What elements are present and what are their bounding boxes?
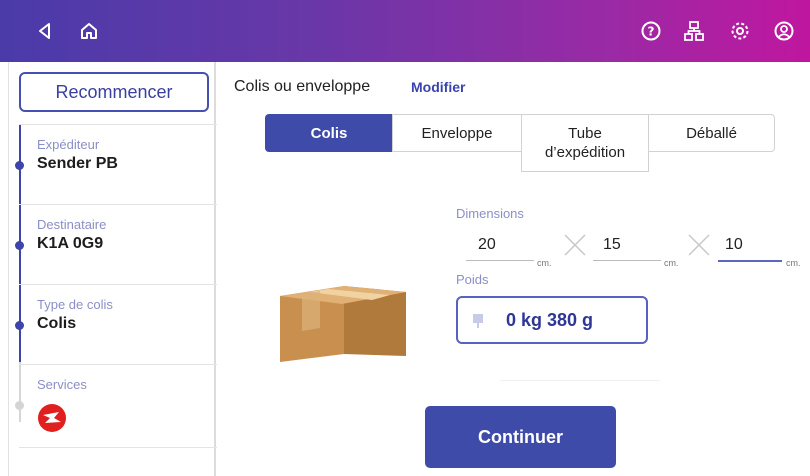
dimensions-label: Dimensions	[456, 206, 524, 221]
step-services[interactable]: Services	[15, 364, 217, 448]
length-underline	[466, 260, 534, 261]
carrier-logo-icon	[37, 403, 67, 433]
step-dot	[15, 241, 24, 250]
top-bar: ?	[0, 0, 810, 62]
step-sender[interactable]: Expéditeur Sender PB	[15, 124, 217, 204]
divider	[500, 380, 660, 381]
segment-colis[interactable]: Colis	[265, 114, 393, 152]
segment-deballe[interactable]: Déballé	[648, 114, 775, 152]
scale-icon	[472, 313, 484, 329]
sidebar: Recommencer Expéditeur Sender PB Destina…	[8, 62, 217, 476]
step-recipient[interactable]: Destinataire K1A 0G9	[15, 204, 217, 284]
continue-button[interactable]: Continuer	[425, 406, 616, 468]
weight-value: 0 kg 380 g	[506, 310, 594, 330]
step-label: Expéditeur	[37, 137, 100, 152]
segment-tube[interactable]: Tube d’expédition	[521, 114, 649, 172]
step-label: Destinataire	[37, 217, 107, 232]
step-dot	[15, 321, 24, 330]
home-icon[interactable]	[76, 18, 102, 44]
help-icon[interactable]: ?	[638, 18, 664, 44]
width-input[interactable]: 15	[603, 236, 621, 254]
restart-button[interactable]: Recommencer	[19, 72, 209, 112]
step-package-type[interactable]: Type de colis Colis	[15, 284, 217, 364]
back-icon[interactable]	[32, 18, 58, 44]
length-unit: cm.	[537, 258, 552, 268]
section-title: Colis ou enveloppe	[234, 78, 371, 95]
account-icon[interactable]	[771, 18, 797, 44]
weight-label: Poids	[456, 272, 489, 287]
settings-icon[interactable]	[727, 18, 753, 44]
times-icon	[562, 232, 588, 258]
width-underline	[593, 260, 661, 261]
height-unit: cm.	[786, 258, 801, 268]
package-illustration	[272, 268, 412, 368]
network-icon[interactable]	[681, 18, 707, 44]
length-input[interactable]: 20	[478, 236, 496, 254]
step-value: Sender PB	[37, 155, 118, 172]
step-dot	[15, 161, 24, 170]
svg-text:?: ?	[648, 25, 655, 39]
segment-enveloppe[interactable]: Enveloppe	[392, 114, 522, 152]
height-underline	[718, 260, 782, 262]
step-label: Services	[37, 377, 87, 392]
step-value: Colis	[37, 315, 77, 332]
weight-field[interactable]: 0 kg 380 g	[456, 296, 648, 344]
step-value: K1A 0G9	[37, 235, 104, 252]
step-label: Type de colis	[37, 297, 113, 312]
width-unit: cm.	[664, 258, 679, 268]
modify-link[interactable]: Modifier	[411, 79, 465, 95]
height-input[interactable]: 10	[725, 236, 743, 254]
step-dot	[15, 401, 24, 410]
times-icon	[686, 232, 712, 258]
